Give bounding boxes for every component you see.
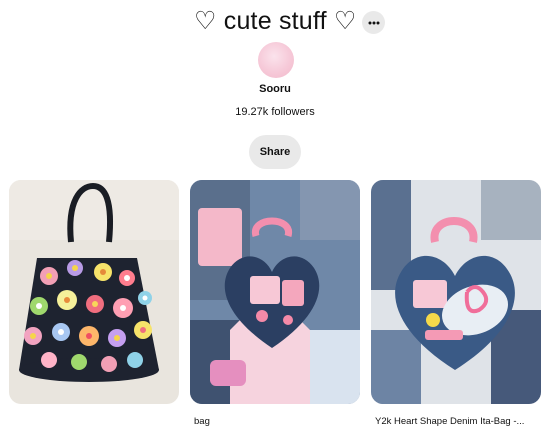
pin-image-pink-heart-denim-bag[interactable] [190,180,360,404]
board-title: ♡ cute stuff ♡ [194,7,357,35]
pin-image-crochet-flower-tote-bag[interactable] [9,180,179,404]
more-options-button[interactable] [362,11,385,34]
owner-name[interactable]: Sooru [0,83,550,95]
ellipsis-icon [368,21,379,24]
pin-card[interactable] [9,180,179,404]
pin-card[interactable]: bag [190,180,360,427]
board-header: ♡ cute stuff ♡ [0,6,550,38]
pin-card[interactable]: Y2k Heart Shape Denim Ita-Bag -... [371,180,541,427]
avatar[interactable] [258,42,294,78]
pin-image-heart-denim-ita-bag[interactable] [371,180,541,404]
pin-caption: bag [194,416,210,427]
share-button[interactable]: Share [249,135,301,169]
followers-count[interactable]: 19.27k followers [0,106,550,118]
pin-caption: Y2k Heart Shape Denim Ita-Bag -... [375,416,525,427]
